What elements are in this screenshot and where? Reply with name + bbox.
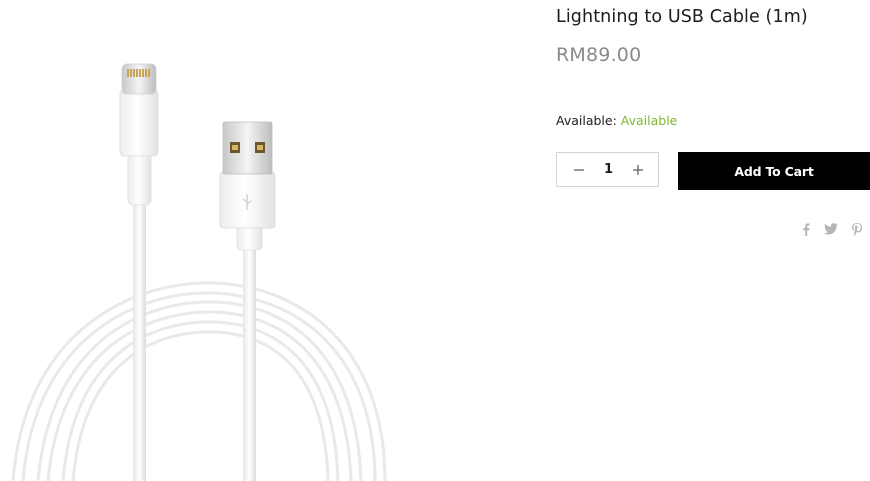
twitter-icon	[824, 223, 838, 235]
minus-icon	[574, 168, 584, 171]
cable-illustration	[11, 63, 387, 481]
product-price: RM89.00	[556, 44, 642, 66]
twitter-share-button[interactable]	[824, 223, 838, 235]
quantity-value[interactable]: 1	[599, 162, 619, 177]
plus-icon	[633, 164, 643, 175]
availability-status: Available	[620, 113, 678, 128]
facebook-icon	[803, 223, 810, 236]
pinterest-icon	[852, 222, 862, 236]
product-info: Lightning to USB Cable (1m) RM89.00 Avai…	[556, 0, 870, 481]
quantity-stepper: 1	[556, 152, 659, 187]
availability-label: Available:	[556, 113, 617, 128]
decrease-quantity-button[interactable]	[571, 162, 587, 178]
availability: Available: Available	[556, 113, 677, 128]
product-title: Lightning to USB Cable (1m)	[556, 7, 808, 27]
pinterest-share-button[interactable]	[852, 222, 862, 236]
add-to-cart-button[interactable]: Add To Cart	[678, 152, 870, 190]
social-share	[802, 220, 862, 238]
increase-quantity-button[interactable]	[630, 162, 646, 178]
facebook-share-button[interactable]	[802, 223, 810, 236]
product-image	[0, 0, 420, 481]
